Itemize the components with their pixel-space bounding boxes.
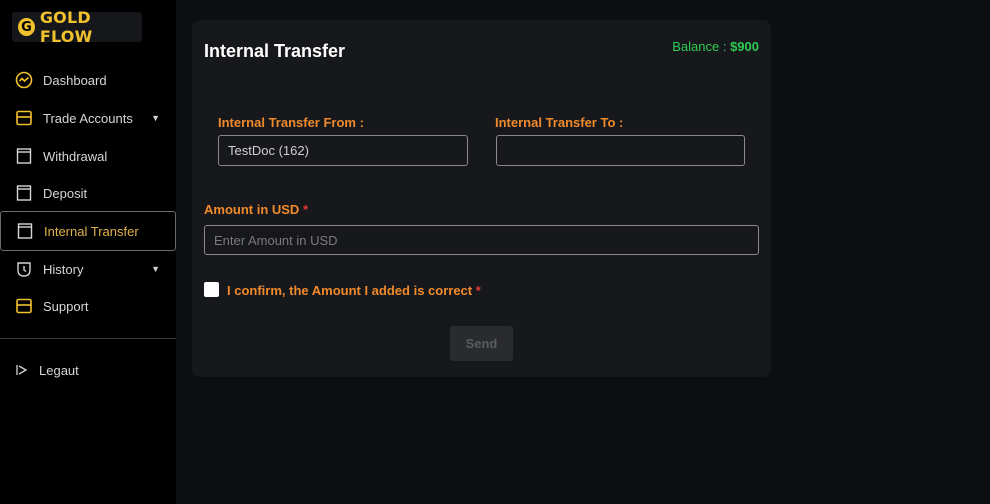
dashboard-icon — [15, 71, 33, 89]
sidebar-item-label: Withdrawal — [43, 148, 108, 164]
wallet-icon — [15, 109, 33, 127]
required-mark: * — [302, 202, 309, 217]
internal-transfer-card: Internal Transfer Balance : $900 Interna… — [192, 20, 771, 377]
confirm-checkbox[interactable] — [204, 282, 219, 297]
sidebar-item-internal-transfer[interactable]: Internal Transfer — [0, 211, 176, 251]
sidebar-item-trade-accounts[interactable]: Trade Accounts ▼ — [0, 99, 176, 137]
transfer-to-label: Internal Transfer To : — [495, 115, 624, 130]
logo-mark-icon: G — [18, 18, 35, 36]
balance-value: $900 — [730, 39, 759, 54]
transfer-from-select[interactable]: TestDoc (162) — [218, 135, 468, 166]
document-icon — [15, 147, 33, 165]
confirm-label-text: I confirm, the Amount I added is correct — [227, 283, 473, 298]
transfer-from-value: TestDoc (162) — [228, 143, 309, 158]
required-mark: * — [475, 283, 481, 298]
logout-icon — [15, 361, 29, 379]
sidebar-item-label: Deposit — [43, 185, 88, 201]
sidebar-item-label: Trade Accounts — [43, 110, 133, 126]
send-button[interactable]: Send — [450, 326, 513, 361]
document-icon — [16, 222, 34, 240]
sidebar-item-label: Internal Transfer — [44, 223, 139, 239]
sidebar: G GOLD FLOW Dashboard Trade Accounts ▼ W… — [0, 0, 176, 504]
amount-input[interactable]: Enter Amount in USD — [204, 225, 759, 255]
sidebar-item-history[interactable]: History ▼ — [0, 250, 176, 288]
sidebar-item-dashboard[interactable]: Dashboard — [0, 61, 176, 99]
balance-label: Balance : — [672, 39, 727, 54]
sidebar-item-label: History — [43, 261, 84, 277]
transfer-to-select[interactable] — [496, 135, 745, 166]
sidebar-item-logout[interactable]: Legaut — [0, 351, 176, 389]
sidebar-item-label: Dashboard — [43, 72, 107, 88]
balance-display: Balance : $900 — [672, 39, 759, 54]
page-title: Internal Transfer — [204, 41, 346, 61]
sidebar-item-withdrawal[interactable]: Withdrawal — [0, 137, 176, 175]
sidebar-divider — [0, 338, 176, 339]
amount-label: Amount in USD * — [204, 202, 308, 217]
brand-logo[interactable]: G GOLD FLOW — [12, 8, 142, 46]
chevron-down-icon[interactable]: ▼ — [151, 264, 160, 274]
amount-label-text: Amount in USD — [204, 202, 300, 217]
chevron-down-icon[interactable]: ▼ — [151, 113, 160, 123]
document-icon — [15, 184, 33, 202]
logout-label: Legaut — [39, 362, 79, 378]
history-icon — [15, 260, 33, 278]
sidebar-item-label: Support — [43, 298, 89, 314]
amount-placeholder: Enter Amount in USD — [214, 232, 338, 248]
support-icon — [15, 297, 33, 315]
brand-name: GOLD FLOW — [39, 8, 93, 46]
confirm-label: I confirm, the Amount I added is correct… — [227, 283, 481, 298]
sidebar-item-support[interactable]: Support — [0, 287, 176, 325]
sidebar-item-deposit[interactable]: Deposit — [0, 174, 176, 212]
transfer-from-label: Internal Transfer From : — [218, 115, 364, 130]
